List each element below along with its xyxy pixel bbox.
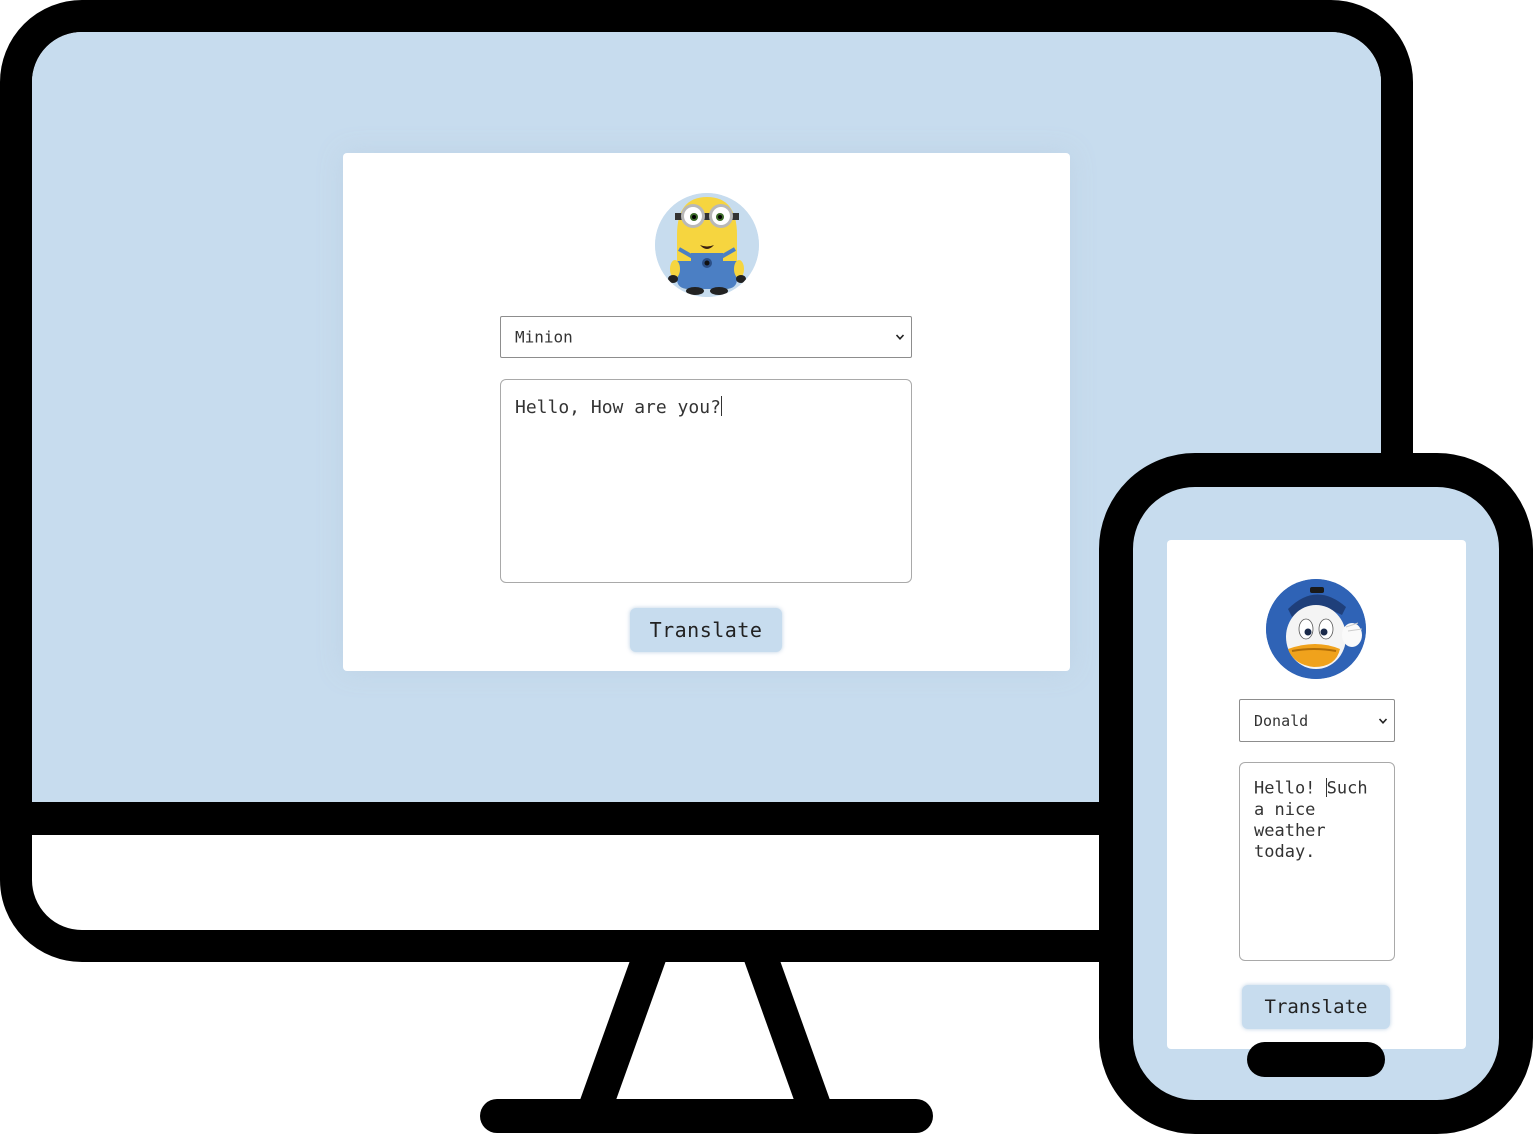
chevron-down-icon: [895, 334, 905, 340]
input-text: Hello, How are you?: [515, 396, 721, 418]
minion-icon: [655, 193, 759, 297]
monitor-stand-foot: [480, 1099, 933, 1133]
character-select-value: Minion: [515, 327, 573, 347]
translator-card-mobile: Donald Hello! Such a nice weather today.…: [1167, 540, 1466, 1049]
minion-avatar: [655, 193, 759, 297]
donald-duck-icon: [1266, 579, 1366, 679]
character-select-value: Donald: [1254, 711, 1309, 730]
text-caret: [720, 396, 722, 416]
translate-button-mobile[interactable]: Translate: [1242, 985, 1390, 1029]
phone-home-bar: [1247, 1042, 1385, 1077]
input-textarea-desktop[interactable]: Hello, How are you?: [500, 379, 912, 583]
character-select-desktop[interactable]: Minion: [500, 316, 912, 358]
chevron-down-icon: [1378, 717, 1388, 724]
mobile-phone: Donald Hello! Such a nice weather today.…: [1099, 453, 1533, 1134]
input-textarea-mobile[interactable]: Hello! Such a nice weather today.: [1239, 762, 1395, 961]
donald-avatar: [1266, 579, 1366, 679]
monitor-stand-neck: [580, 955, 830, 1100]
translator-card-desktop: Minion Hello, How are you? Translate: [343, 153, 1070, 671]
translate-button-desktop[interactable]: Translate: [630, 608, 782, 652]
responsive-mockup: Minion Hello, How are you? Translate Don…: [0, 0, 1535, 1135]
input-text-before-caret: Hello!: [1254, 778, 1326, 799]
character-select-mobile[interactable]: Donald: [1239, 699, 1395, 742]
